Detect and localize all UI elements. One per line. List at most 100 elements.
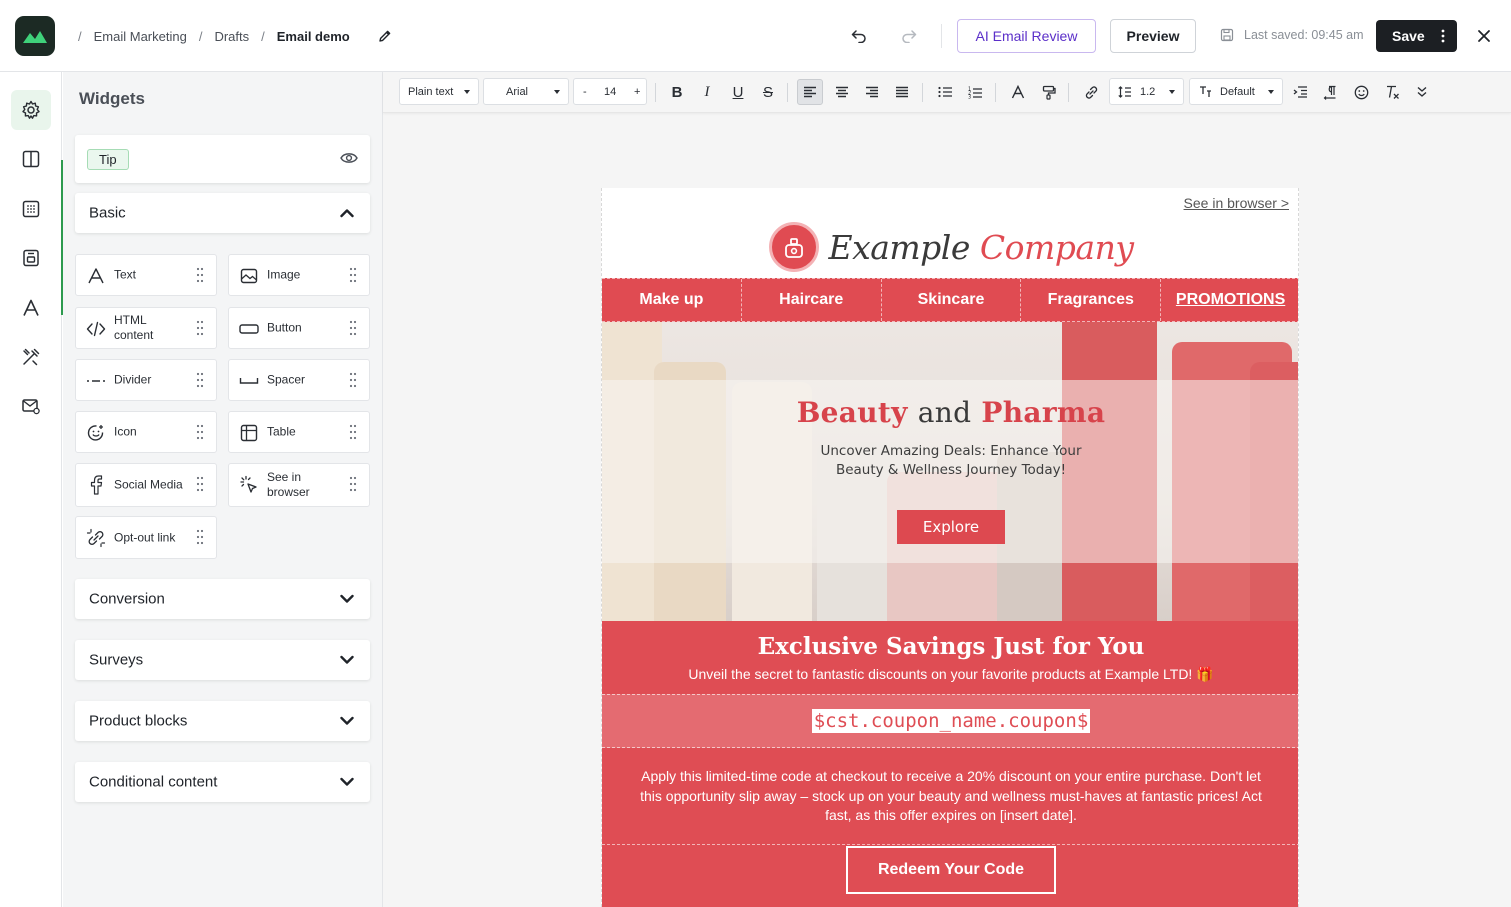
brand-name: Example Company bbox=[829, 228, 1134, 267]
font-size-decrease[interactable]: - bbox=[583, 86, 587, 98]
nav-item-fragrances[interactable]: Fragrances bbox=[1021, 279, 1162, 321]
widget-text[interactable]: Text bbox=[75, 254, 217, 296]
font-size-increase[interactable]: + bbox=[634, 86, 640, 98]
drag-handle-icon[interactable] bbox=[196, 476, 204, 497]
drag-handle-icon[interactable] bbox=[196, 424, 204, 445]
accordion-surveys[interactable]: Surveys bbox=[75, 640, 370, 680]
numbered-list-icon[interactable]: 123 bbox=[964, 81, 986, 103]
drag-handle-icon[interactable] bbox=[349, 372, 357, 393]
drag-handle-icon[interactable] bbox=[349, 424, 357, 445]
accordion-basic[interactable]: Basic bbox=[75, 193, 370, 233]
more-tools-icon[interactable] bbox=[1411, 81, 1433, 103]
chevron-up-icon bbox=[340, 209, 354, 218]
widget-label: Social Media bbox=[114, 477, 183, 492]
emoji-icon[interactable] bbox=[1350, 81, 1372, 103]
drag-handle-icon[interactable] bbox=[196, 529, 204, 550]
bullet-list-icon[interactable] bbox=[934, 81, 956, 103]
link-icon[interactable] bbox=[1080, 81, 1102, 103]
widget-spacer[interactable]: Spacer bbox=[228, 359, 370, 401]
accordion-conversion[interactable]: Conversion bbox=[75, 579, 370, 619]
nav-item-make-up[interactable]: Make up bbox=[602, 279, 742, 321]
promo-section[interactable]: Exclusive Savings Just for You Unveil th… bbox=[602, 621, 1298, 907]
nav-item-promotions[interactable]: PROMOTIONS bbox=[1161, 279, 1298, 321]
save-disk-icon bbox=[1220, 28, 1234, 42]
brand-header[interactable]: Example Company bbox=[602, 218, 1298, 276]
brand-name-part2: Company bbox=[979, 227, 1134, 267]
align-right-icon[interactable] bbox=[861, 81, 883, 103]
close-icon[interactable] bbox=[1475, 27, 1493, 50]
line-height-select[interactable]: 1.2 bbox=[1109, 78, 1184, 105]
rail-saved-blocks[interactable] bbox=[11, 238, 51, 278]
redo-icon[interactable] bbox=[899, 26, 919, 46]
accordion-product-blocks[interactable]: Product blocks bbox=[75, 701, 370, 741]
indent-icon[interactable] bbox=[1289, 81, 1311, 103]
rail-typography[interactable] bbox=[11, 288, 51, 328]
font-select-value: Arial bbox=[506, 85, 529, 98]
coupon-block[interactable]: $cst.coupon_name.coupon$ bbox=[602, 694, 1298, 748]
widget-divider[interactable]: Divider bbox=[75, 359, 217, 401]
widget-button[interactable]: Button bbox=[228, 307, 370, 349]
breadcrumb-separator: / bbox=[261, 28, 265, 44]
rail-design-tools[interactable] bbox=[11, 337, 51, 377]
promo-subtitle: Unveil the secret to fantastic discounts… bbox=[688, 666, 1214, 682]
rail-email-settings[interactable] bbox=[11, 386, 51, 426]
toolbar-divider bbox=[995, 83, 996, 102]
bold-icon[interactable]: B bbox=[666, 81, 688, 103]
nav-item-skincare[interactable]: Skincare bbox=[882, 279, 1022, 321]
widget-see-in-browser[interactable]: See in browser bbox=[228, 463, 370, 507]
drag-handle-icon[interactable] bbox=[196, 267, 204, 288]
code-icon bbox=[86, 319, 106, 339]
nav-item-haircare[interactable]: Haircare bbox=[742, 279, 882, 321]
widget-html-content[interactable]: HTML content bbox=[75, 307, 217, 349]
edit-name-icon[interactable] bbox=[378, 29, 392, 43]
tip-badge[interactable]: Tip bbox=[87, 149, 129, 170]
ai-email-review-button[interactable]: AI Email Review bbox=[957, 19, 1096, 53]
accordion-conditional-content[interactable]: Conditional content bbox=[75, 762, 370, 802]
align-justify-icon[interactable] bbox=[891, 81, 913, 103]
font-size-stepper[interactable]: - 14 + bbox=[573, 78, 647, 105]
eye-icon[interactable] bbox=[340, 151, 358, 170]
font-select[interactable]: Arial bbox=[483, 78, 569, 105]
clear-format-icon[interactable] bbox=[1381, 81, 1403, 103]
widget-image[interactable]: Image bbox=[228, 254, 370, 296]
toolbar-divider bbox=[941, 24, 942, 48]
undo-icon[interactable] bbox=[849, 26, 869, 46]
widget-opt-out-link[interactable]: Opt-out link bbox=[75, 516, 217, 559]
breadcrumb-email-marketing[interactable]: Email Marketing bbox=[94, 29, 187, 44]
drag-handle-icon[interactable] bbox=[349, 267, 357, 288]
paint-format-icon[interactable] bbox=[1038, 81, 1060, 103]
italic-icon[interactable]: I bbox=[696, 81, 718, 103]
drag-handle-icon[interactable] bbox=[349, 320, 357, 341]
formatting-toolbar: Plain text Arial - 14 + B I U S 123 1.2 bbox=[383, 72, 1511, 113]
drag-handle-icon[interactable] bbox=[349, 476, 357, 497]
rail-settings[interactable] bbox=[11, 90, 51, 130]
widget-table[interactable]: Table bbox=[228, 411, 370, 453]
app-logo[interactable] bbox=[15, 16, 55, 56]
text-color-icon[interactable] bbox=[1007, 81, 1029, 103]
unlink-icon bbox=[86, 528, 106, 548]
see-in-browser-link[interactable]: See in browser > bbox=[1184, 195, 1289, 211]
hero-banner[interactable]: Beauty and Pharma Uncover Amazing Deals:… bbox=[602, 322, 1298, 621]
format-select[interactable]: Plain text bbox=[399, 78, 479, 105]
rail-layout[interactable] bbox=[11, 139, 51, 179]
rail-blocks[interactable] bbox=[11, 189, 51, 229]
font-size-value[interactable]: 14 bbox=[604, 86, 616, 98]
redeem-code-button[interactable]: Redeem Your Code bbox=[846, 846, 1056, 894]
align-center-icon[interactable] bbox=[831, 81, 853, 103]
paragraph-direction-icon[interactable] bbox=[1319, 81, 1341, 103]
image-icon bbox=[239, 266, 259, 286]
align-left-icon[interactable] bbox=[797, 79, 823, 105]
email-canvas[interactable]: See in browser > Example Company Make up… bbox=[601, 188, 1299, 907]
underline-icon[interactable]: U bbox=[727, 81, 749, 103]
breadcrumb-drafts[interactable]: Drafts bbox=[214, 29, 249, 44]
more-options-icon[interactable] bbox=[1441, 28, 1445, 44]
strikethrough-icon[interactable]: S bbox=[757, 81, 779, 103]
widget-social-media[interactable]: Social Media bbox=[75, 463, 217, 507]
drag-handle-icon[interactable] bbox=[196, 372, 204, 393]
drag-handle-icon[interactable] bbox=[196, 320, 204, 341]
widget-icon[interactable]: Icon bbox=[75, 411, 217, 453]
preview-button[interactable]: Preview bbox=[1110, 19, 1196, 53]
paragraph-style-select[interactable]: Default bbox=[1189, 78, 1283, 105]
save-button[interactable]: Save bbox=[1376, 20, 1457, 52]
explore-button[interactable]: Explore bbox=[897, 510, 1005, 544]
